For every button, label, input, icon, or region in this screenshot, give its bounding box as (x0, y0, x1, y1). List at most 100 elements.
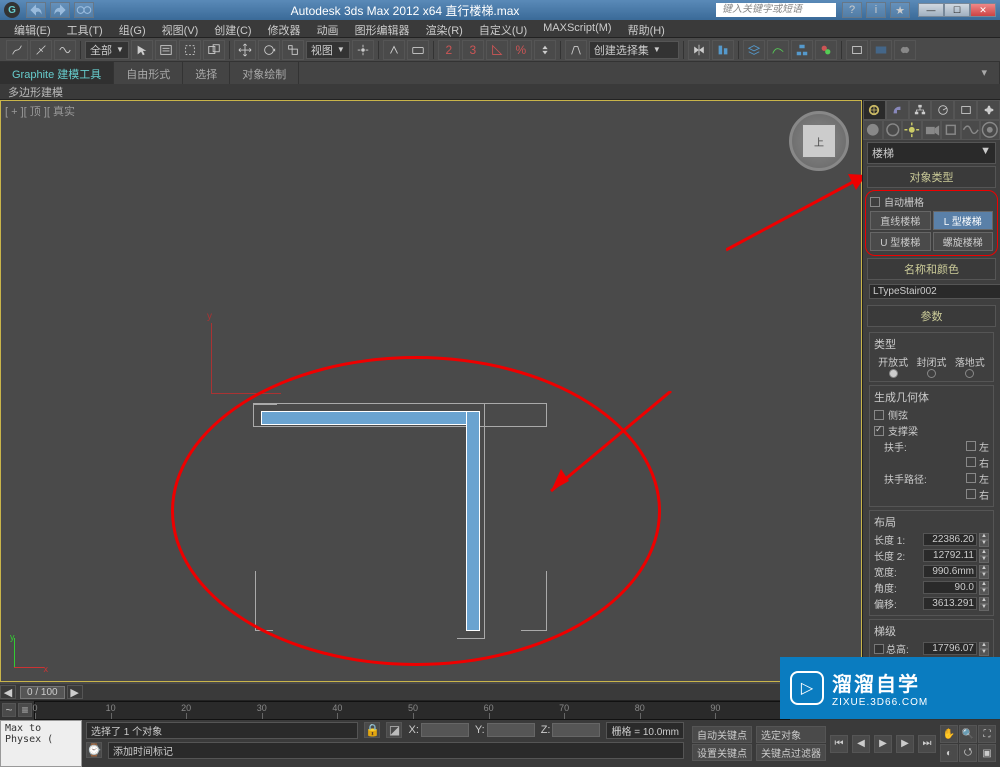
nav-orbit-icon[interactable]: ⭯ (959, 744, 977, 762)
nav-zoom-ext-icon[interactable]: ⛶ (978, 725, 996, 743)
help-search[interactable]: 键入关键字或短语 (716, 3, 836, 17)
use-pivot-icon[interactable] (352, 40, 374, 60)
maximize-button[interactable]: ☐ (944, 3, 970, 17)
viewport-top[interactable]: [ + ][ 顶 ][ 真实 y 上 yx (0, 100, 862, 682)
menu-create[interactable]: 创建(C) (206, 20, 259, 37)
snap-3d-icon[interactable]: 3 (462, 40, 484, 60)
render-icon[interactable] (894, 40, 916, 60)
width-spinner[interactable]: 990.6mm (923, 565, 977, 578)
menu-edit[interactable]: 编辑(E) (6, 20, 59, 37)
viewport-label[interactable]: [ + ][ 顶 ][ 真实 (5, 103, 75, 119)
chk-carriage[interactable] (874, 426, 884, 436)
tab-utilities-icon[interactable] (977, 100, 1000, 120)
subcat-cameras-icon[interactable] (922, 120, 942, 140)
set-key-button[interactable]: 设置关键点 (692, 744, 752, 761)
coord-y[interactable] (487, 723, 535, 737)
time-slider[interactable]: ◀ 0 / 100 ▶ (0, 684, 862, 700)
total-height-spinner[interactable]: 17796.07 (923, 642, 977, 655)
ref-coord-system[interactable]: 视图▼ (306, 41, 350, 59)
material-editor-icon[interactable] (815, 40, 837, 60)
percent-snap-icon[interactable]: % (510, 40, 532, 60)
select-object-icon[interactable] (131, 40, 153, 60)
time-slider-next-icon[interactable]: ▶ (67, 685, 83, 699)
schematic-view-icon[interactable] (791, 40, 813, 60)
menu-graph-editors[interactable]: 图形编辑器 (347, 20, 418, 37)
curve-editor-icon[interactable] (767, 40, 789, 60)
nav-pan-icon[interactable]: ✋ (940, 725, 958, 743)
length1-spinner[interactable]: 22386.20 (923, 533, 977, 546)
menu-animation[interactable]: 动画 (309, 20, 347, 37)
nav-zoom-icon[interactable]: 🔍 (959, 725, 977, 743)
lock-selection-icon[interactable]: 🔒 (364, 722, 380, 738)
ribbon-tab-freeform[interactable]: 自由形式 (114, 62, 183, 84)
btn-u-type-stair[interactable]: U 型楼梯 (870, 232, 931, 251)
menu-group[interactable]: 组(G) (111, 20, 154, 37)
bind-space-warp-icon[interactable] (54, 40, 76, 60)
rollup-object-type[interactable]: 对象类型 (867, 166, 996, 188)
radio-box[interactable] (965, 369, 974, 378)
autogrid-checkbox[interactable] (870, 197, 880, 207)
tab-motion-icon[interactable] (931, 100, 954, 120)
nav-max-toggle-icon[interactable]: ▣ (978, 744, 996, 762)
select-by-name-icon[interactable] (155, 40, 177, 60)
nav-fov-icon[interactable]: ◐ (940, 744, 958, 762)
select-move-icon[interactable] (234, 40, 256, 60)
tab-create-icon[interactable] (863, 100, 886, 120)
angle-spinner[interactable]: 90.0 (923, 581, 977, 594)
rollup-name-color[interactable]: 名称和颜色 (867, 258, 996, 280)
select-link-icon[interactable] (6, 40, 28, 60)
key-filters-button[interactable]: 关键点过滤器 (756, 744, 826, 761)
play-icon[interactable]: ▶ (874, 735, 892, 753)
unlink-icon[interactable] (30, 40, 52, 60)
prev-frame-icon[interactable]: ◀ (852, 735, 870, 753)
lock-total-height[interactable] (874, 644, 884, 654)
object-name-field[interactable] (869, 284, 1000, 299)
chk-hand-right[interactable] (966, 457, 976, 467)
time-slider-handle[interactable]: 0 / 100 (20, 686, 65, 699)
selection-filter[interactable]: 全部▼ (85, 41, 129, 59)
render-setup-icon[interactable] (846, 40, 868, 60)
info-icon[interactable]: i (866, 2, 886, 18)
qat-redo[interactable] (50, 2, 70, 18)
window-crossing-icon[interactable] (203, 40, 225, 60)
goto-end-icon[interactable]: ⏭ (918, 735, 936, 753)
menu-maxscript[interactable]: MAXScript(M) (535, 20, 619, 37)
select-region-icon[interactable] (179, 40, 201, 60)
coord-z[interactable] (552, 723, 600, 737)
menu-modifiers[interactable]: 修改器 (260, 20, 309, 37)
comm-center-icon[interactable]: ★ (890, 2, 910, 18)
track-filter-icon[interactable]: ≡ (18, 703, 32, 717)
radio-open[interactable] (889, 369, 898, 378)
time-slider-prev-icon[interactable]: ◀ (0, 685, 16, 699)
layer-manager-icon[interactable] (743, 40, 765, 60)
chk-path-right[interactable] (966, 489, 976, 499)
spinner-snap-icon[interactable] (534, 40, 556, 60)
qat-link[interactable] (74, 2, 94, 18)
menu-view[interactable]: 视图(V) (154, 20, 207, 37)
time-tag-icon[interactable]: ⌚ (86, 742, 102, 758)
tab-modify-icon[interactable] (886, 100, 909, 120)
isolate-icon[interactable]: ◪ (386, 722, 402, 738)
offset-spinner[interactable]: 3613.291 (923, 597, 977, 610)
named-selection-set[interactable]: 创建选择集▼ (589, 41, 679, 59)
mirror-icon[interactable] (688, 40, 710, 60)
viewcube[interactable]: 上 (789, 111, 849, 171)
ribbon-tab-paint[interactable]: 对象绘制 (230, 62, 299, 84)
btn-l-type-stair[interactable]: L 型楼梯 (933, 211, 994, 230)
selection-set-dropdown[interactable]: 选定对象 (756, 726, 826, 743)
menu-tools[interactable]: 工具(T) (59, 20, 111, 37)
align-icon[interactable] (712, 40, 734, 60)
menu-customize[interactable]: 自定义(U) (471, 20, 535, 37)
subcat-helpers-icon[interactable] (941, 120, 961, 140)
menu-rendering[interactable]: 渲染(R) (418, 20, 471, 37)
render-frame-icon[interactable] (870, 40, 892, 60)
menu-help[interactable]: 帮助(H) (620, 20, 673, 37)
ribbon-tab-graphite[interactable]: Graphite 建模工具 (0, 62, 114, 84)
tab-display-icon[interactable] (954, 100, 977, 120)
category-dropdown[interactable]: 楼梯▼ (867, 142, 996, 164)
subcat-spacewarps-icon[interactable] (961, 120, 981, 140)
select-scale-icon[interactable] (282, 40, 304, 60)
rollup-parameters[interactable]: 参数 (867, 305, 996, 327)
subcat-lights-icon[interactable] (902, 120, 922, 140)
close-button[interactable]: ✕ (970, 3, 996, 17)
